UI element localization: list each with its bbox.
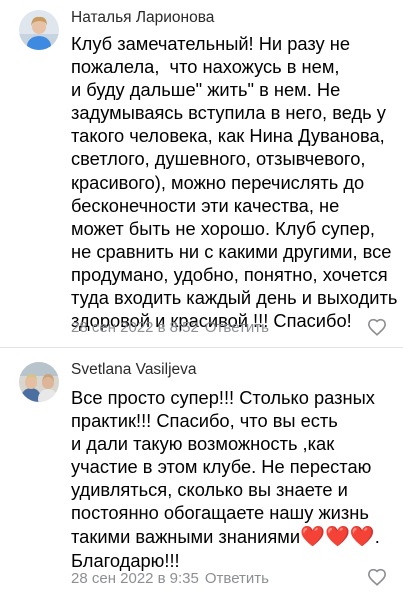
- comment-author[interactable]: Наталья Ларионова: [71, 9, 214, 27]
- reply-button[interactable]: Ответить: [205, 570, 269, 587]
- comment-item: Наталья Ларионова Клуб замечательный! Ни…: [0, 0, 403, 347]
- comment-text: Клуб замечательный! Ни разу не пожалела,…: [71, 33, 398, 332]
- avatar[interactable]: [19, 10, 59, 50]
- heart-outline-icon[interactable]: [367, 318, 387, 336]
- heart-emoji: ❤️❤️❤️: [300, 525, 375, 548]
- comment-text: Все просто супер!!! Столько разных практ…: [71, 386, 393, 572]
- comment-date: 28 сен 2022 в: [71, 319, 166, 336]
- comment-date: 28 сен 2022 в: [71, 570, 166, 587]
- comment-meta: 28 сен 2022 в 9:35 Ответить: [71, 570, 269, 587]
- comment-author[interactable]: Svetlana Vasiljeva: [71, 361, 197, 379]
- comment-time: 8:52: [169, 319, 199, 336]
- reply-button[interactable]: Ответить: [205, 319, 269, 336]
- heart-outline-icon[interactable]: [367, 568, 387, 586]
- avatar[interactable]: [19, 362, 59, 402]
- comment-item: Svetlana Vasiljeva Все просто супер!!! С…: [0, 348, 403, 605]
- comment-time: 9:35: [169, 570, 199, 587]
- comment-meta: 28 сен 2022 в 8:52 Ответить: [71, 319, 269, 336]
- comment-text-main: Все просто супер!!! Столько разных практ…: [71, 387, 375, 547]
